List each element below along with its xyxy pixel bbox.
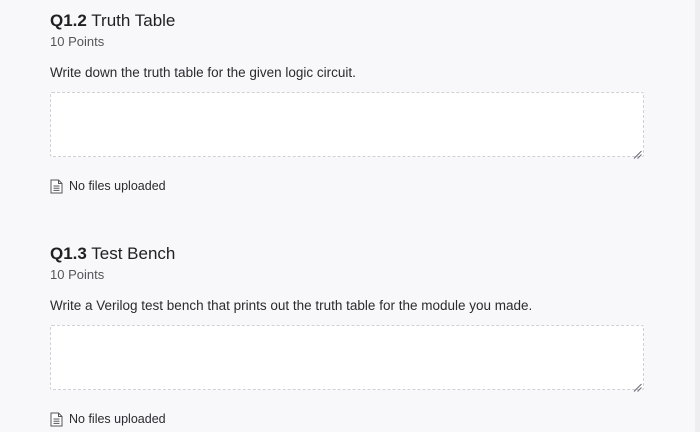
page-scroll-edge [695,0,700,432]
question-title: Q1.2 Truth Table [50,10,644,32]
files-status-text: No files uploaded [69,412,166,426]
question-points: 10 Points [50,34,105,49]
resize-handle[interactable] [633,379,642,392]
question-number: Q1.3 [50,244,87,263]
files-status-text: No files uploaded [69,179,166,193]
files-status-row: No files uploaded [50,411,644,427]
answer-textarea[interactable] [50,92,644,159]
question-title-text: Test Bench [91,244,176,263]
file-text-icon [50,179,63,194]
question-points: 10 Points [50,267,105,282]
question-prompt: Write down the truth table for the given… [50,65,356,80]
resize-handle[interactable] [633,146,642,159]
files-status-row: No files uploaded [50,178,644,194]
question-q1-3: Q1.3 Test Bench 10 Points Write a Verilo… [50,243,644,427]
question-title-text: Truth Table [91,11,176,30]
question-title: Q1.3 Test Bench [50,243,644,265]
file-text-icon [50,412,63,427]
question-q1-2: Q1.2 Truth Table 10 Points Write down th… [50,10,644,194]
answer-textarea[interactable] [50,325,644,392]
question-prompt: Write a Verilog test bench that prints o… [50,298,533,313]
question-number: Q1.2 [50,11,87,30]
